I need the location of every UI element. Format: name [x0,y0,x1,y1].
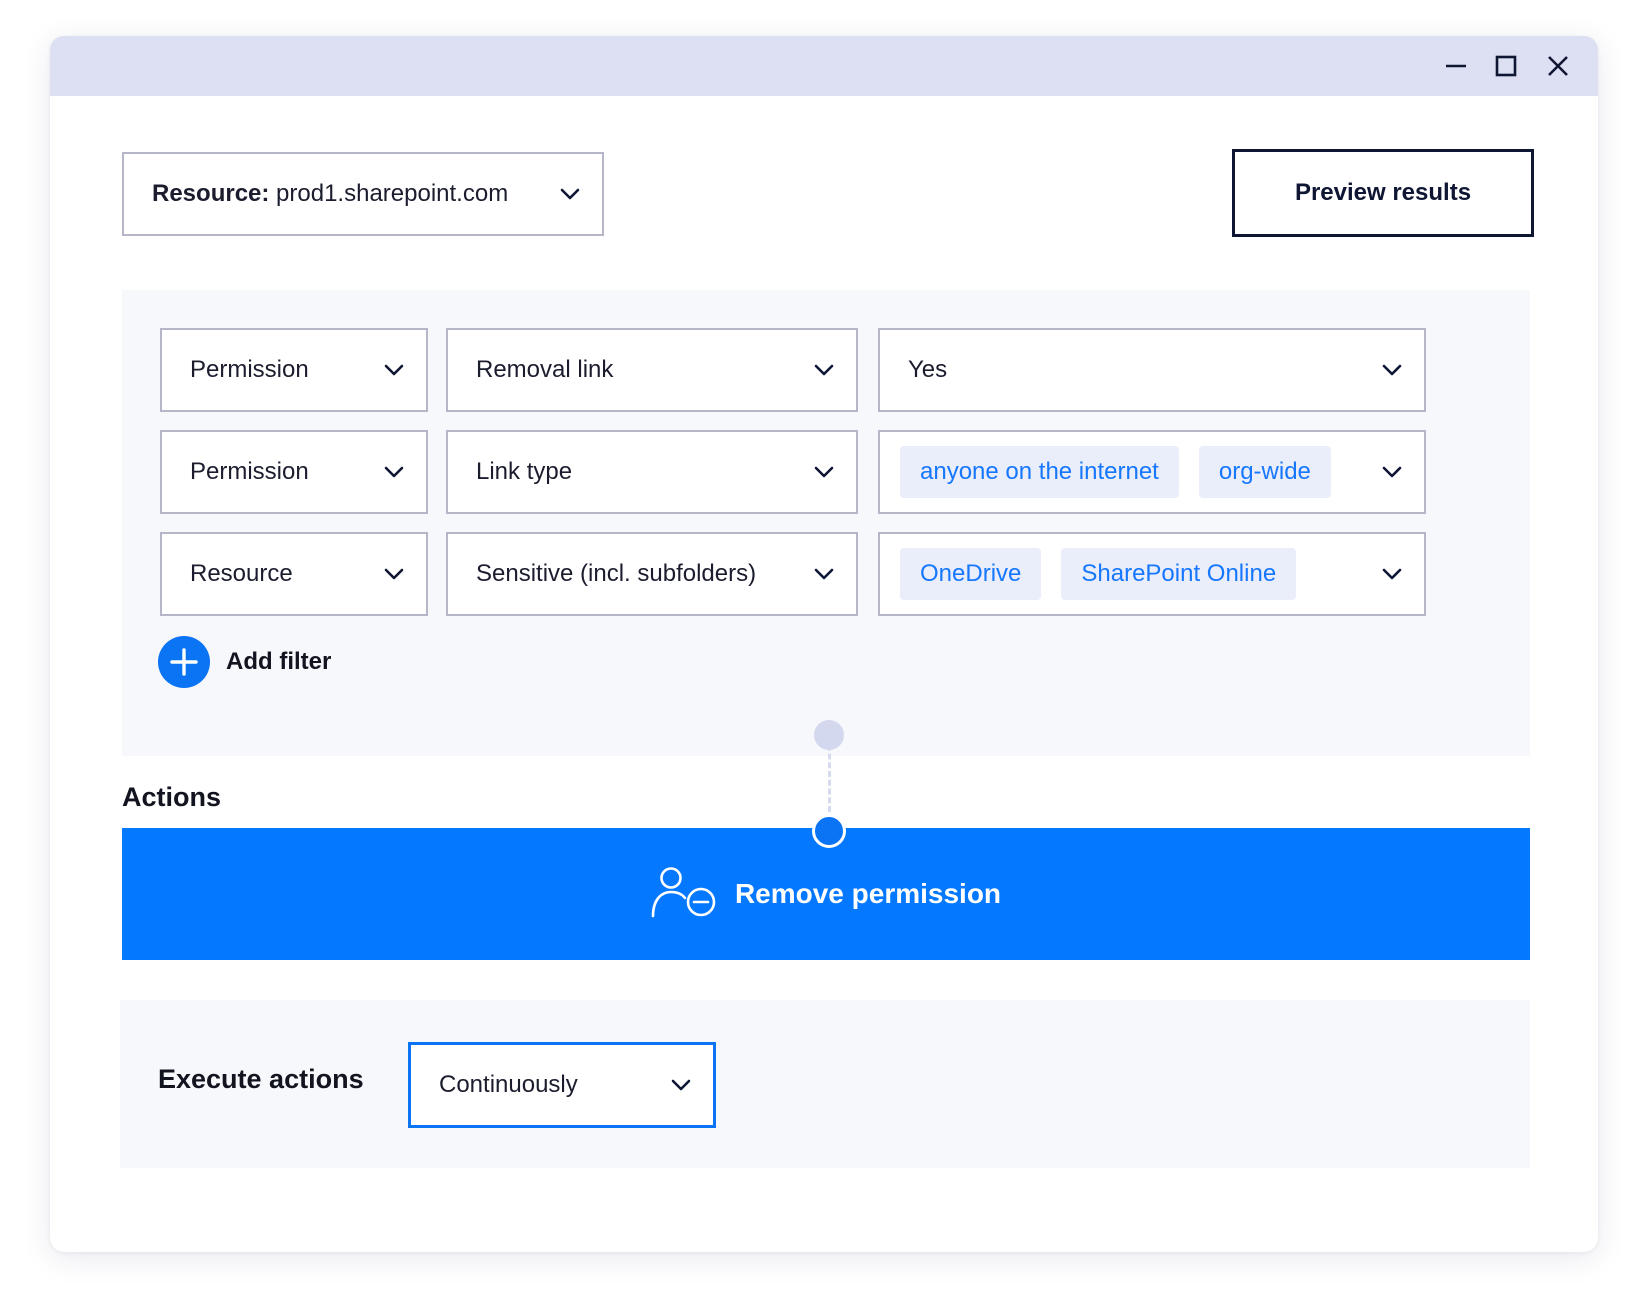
chevron-down-icon [812,460,836,484]
filter-condition-value: Sensitive (incl. subfolders) [476,560,757,587]
filter-condition-value: Removal link [476,356,614,383]
filter-condition-value: Link type [476,458,573,485]
filter-row-2-condition-select[interactable]: Link type [446,430,858,514]
filter-field-value: Permission [190,356,309,383]
chevron-down-icon [1380,562,1404,586]
chip-list: OneDrive SharePoint Online [900,548,1380,600]
filter-row-3-field-select[interactable]: Resource [160,532,428,616]
filter-row-1-condition-select[interactable]: Removal link [446,328,858,412]
chevron-down-icon [382,358,406,382]
filters-panel: Permission Removal link Yes Permission L… [122,290,1530,756]
filter-row-3-condition-select[interactable]: Sensitive (incl. subfolders) [446,532,858,616]
execute-frequency-select[interactable]: Continuously [408,1042,716,1128]
chip-list: anyone on the internet org-wide [900,446,1380,498]
filter-row-1-field-select[interactable]: Permission [160,328,428,412]
filter-row-3-value-select[interactable]: OneDrive SharePoint Online [878,532,1426,616]
chevron-down-icon [382,460,406,484]
maximize-icon[interactable] [1490,50,1522,82]
chevron-down-icon [558,182,582,206]
plus-icon [158,636,210,688]
filter-field-value: Permission [190,458,309,485]
chip-sharepoint-online[interactable]: SharePoint Online [1061,548,1297,600]
title-bar [50,36,1598,96]
chevron-down-icon [1380,358,1404,382]
action-label: Remove permission [734,878,1002,909]
close-icon[interactable] [1542,50,1574,82]
resource-select-text: Resource: prod1.sharepoint.com [152,180,558,208]
connector-dot-top [814,720,844,750]
app-window: Resource: prod1.sharepoint.com Preview r… [50,36,1598,1252]
filter-field-value: Resource [190,560,293,587]
minimize-icon[interactable] [1440,50,1472,82]
resource-select-label: Resource: [152,180,270,207]
execute-actions-label: Execute actions [158,1064,364,1094]
chevron-down-icon [1380,460,1404,484]
chevron-down-icon [382,562,406,586]
add-filter-label: Add filter [226,648,332,675]
resource-select[interactable]: Resource: prod1.sharepoint.com [122,152,604,236]
chevron-down-icon [812,562,836,586]
filter-value: Yes [908,356,948,383]
filter-row-1-value-select[interactable]: Yes [878,328,1426,412]
chevron-down-icon [669,1073,693,1097]
actions-title: Actions [122,782,222,812]
chip-anyone-on-the-internet[interactable]: anyone on the internet [900,446,1179,498]
filter-row-2-value-select[interactable]: anyone on the internet org-wide [878,430,1426,514]
resource-select-value: prod1.sharepoint.com [276,180,509,207]
chip-onedrive[interactable]: OneDrive [900,548,1042,600]
filter-row-2-field-select[interactable]: Permission [160,430,428,514]
execute-frequency-value: Continuously [439,1071,578,1098]
chip-org-wide[interactable]: org-wide [1198,446,1331,498]
connector-dot-bottom [812,814,846,848]
add-filter-button[interactable]: Add filter [158,636,331,688]
execute-panel: Execute actions Continuously [120,1000,1530,1168]
preview-results-button[interactable]: Preview results [1232,149,1534,237]
chevron-down-icon [812,358,836,382]
user-remove-icon [651,866,719,923]
